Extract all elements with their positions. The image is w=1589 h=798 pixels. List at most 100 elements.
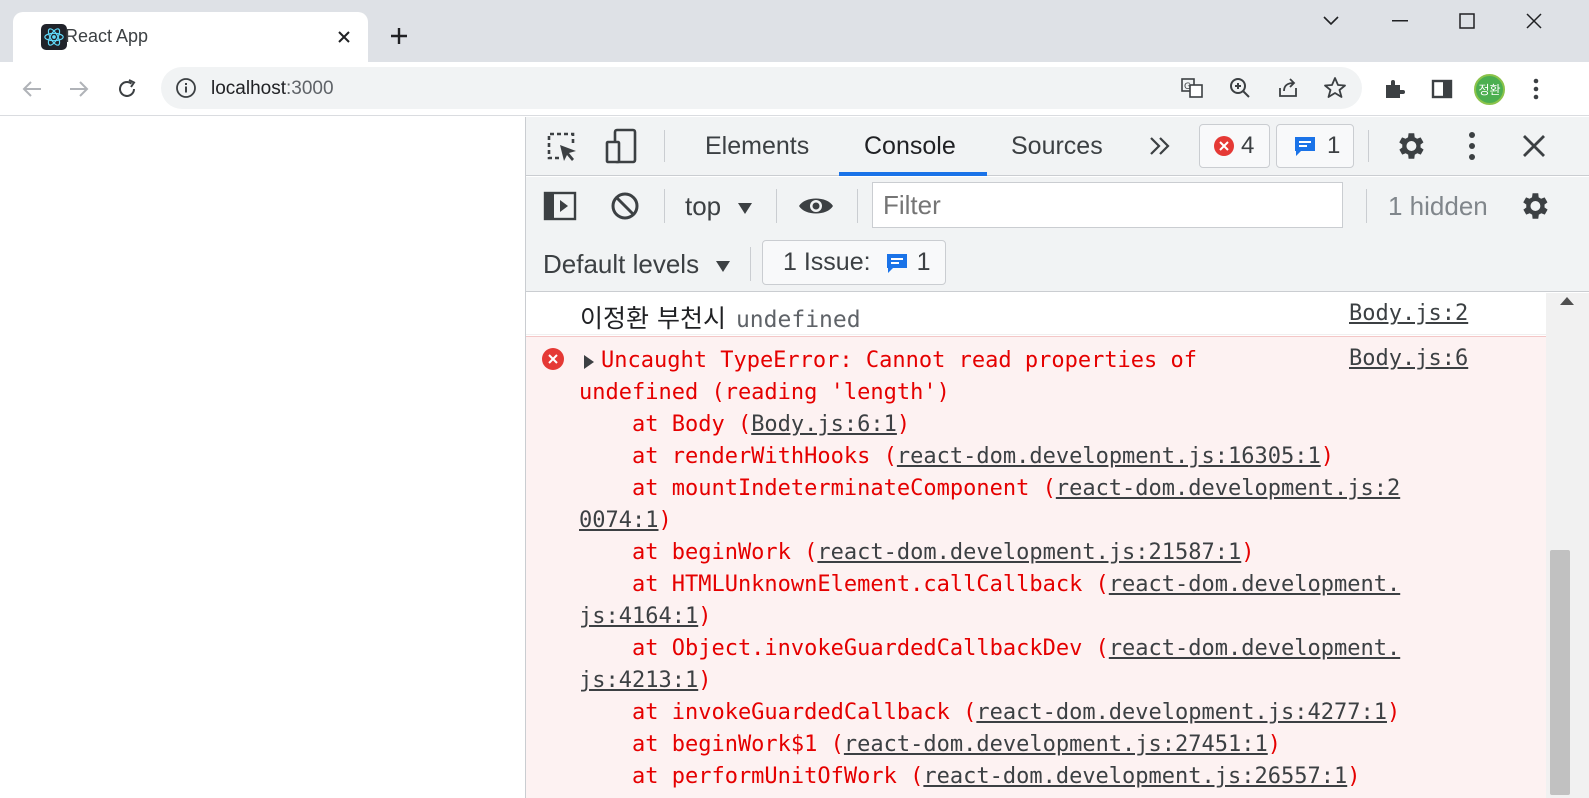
stack-source-link[interactable]: react-dom.development.js:2 (1056, 476, 1400, 501)
site-info-icon[interactable] (175, 77, 197, 99)
tab-console[interactable]: Console (864, 132, 956, 161)
stack-source-link[interactable]: react-dom.development.js:4277:1 (976, 700, 1387, 725)
scroll-up-arrow-icon[interactable] (1560, 297, 1574, 305)
maximize-icon[interactable] (1452, 6, 1482, 36)
tab-strip: React App (0, 0, 1589, 62)
stack-source-link[interactable]: react-dom.development.js:26557:1 (923, 764, 1347, 789)
back-arrow-icon[interactable] (16, 73, 48, 105)
svg-text:G: G (1184, 82, 1191, 92)
minimize-icon[interactable] (1385, 6, 1415, 36)
stack-source-link[interactable]: 0074:1 (579, 508, 658, 533)
toolbar-divider (857, 189, 858, 223)
toolbar-divider (664, 189, 665, 223)
url-text: localhost:3000 (211, 78, 334, 100)
stack-line: at Body (Body.js:6:1) (579, 409, 1489, 441)
console-log-row: 이정환 부천시 undefined Body.js:2 (526, 293, 1546, 335)
context-value: top (685, 191, 722, 221)
browser-menu-icon[interactable] (1523, 76, 1549, 102)
bookmark-star-icon[interactable] (1323, 76, 1347, 100)
log-source-link[interactable]: Body.js:2 (1349, 301, 1468, 326)
console-settings-gear-icon[interactable] (1516, 188, 1552, 224)
side-panel-icon[interactable] (1429, 76, 1455, 102)
stack-source-link[interactable]: react-dom.development.js:16305:1 (897, 444, 1321, 469)
stack-line: at beginWork$1 (react-dom.development.js… (579, 729, 1489, 761)
issue-message-icon (885, 251, 909, 275)
error-source-link[interactable]: Body.js:6 (1349, 346, 1468, 371)
error-stack-trace: Uncaught TypeError: Cannot read properti… (579, 345, 1489, 793)
browser-toolbar: localhost:3000 G 정환 (0, 62, 1589, 116)
error-count: 4 (1241, 132, 1255, 159)
stack-text: at performUnitOfWork ( (579, 764, 924, 789)
close-devtools-icon[interactable] (1518, 130, 1550, 162)
toolbar-divider (1366, 189, 1367, 223)
console-error-row: Uncaught TypeError: Cannot read properti… (526, 336, 1546, 798)
context-selector[interactable]: top (685, 191, 753, 222)
window-close-icon[interactable] (1519, 6, 1549, 36)
sidebar-toggle-icon[interactable] (542, 189, 578, 223)
stack-text: undefined (reading 'length') (579, 380, 950, 405)
log-value: undefined (735, 307, 861, 333)
stack-source-link[interactable]: js:4213:1 (579, 668, 698, 693)
toolbar-divider (750, 247, 751, 281)
error-circle-icon (1214, 136, 1234, 156)
device-toolbar-icon[interactable] (604, 127, 640, 167)
new-tab-icon[interactable] (383, 20, 415, 52)
stack-source-link[interactable]: js:4164:1 (579, 604, 698, 629)
stack-text: at mountIndeterminateComponent ( (579, 476, 1056, 501)
issues-button[interactable]: 1 Issue: 1 (762, 240, 946, 285)
message-count: 1 (1327, 132, 1341, 159)
stack-line: at renderWithHooks (react-dom.developmen… (579, 441, 1489, 473)
stack-close-paren: ) (1320, 444, 1334, 469)
tab-title: React App (65, 26, 149, 46)
clear-console-icon[interactable] (608, 189, 642, 223)
forward-arrow-icon[interactable] (63, 73, 95, 105)
stack-close-paren: ) (1241, 540, 1255, 565)
scroll-thumb[interactable] (1550, 550, 1570, 795)
zoom-icon[interactable] (1228, 76, 1252, 100)
stack-close-paren: ) (698, 668, 712, 693)
stack-text: at Body ( (579, 412, 752, 437)
toolbar-divider (1368, 130, 1369, 162)
log-message: 이정환 부천시 undefined (580, 299, 861, 335)
message-count-badge[interactable]: 1 (1276, 124, 1354, 168)
stack-line: at HTMLUnknownElement.callCallback (reac… (579, 569, 1489, 601)
console-scrollbar[interactable] (1546, 293, 1589, 798)
toolbar-divider (664, 130, 665, 162)
address-bar[interactable]: localhost:3000 G (161, 67, 1362, 109)
stack-source-link[interactable]: react-dom.development.js:27451:1 (844, 732, 1268, 757)
page-viewport (0, 117, 525, 798)
browser-tab[interactable]: React App (13, 12, 368, 62)
hidden-messages-count: 1 hidden (1388, 191, 1488, 221)
more-tabs-chevron-icon[interactable] (1146, 132, 1174, 160)
tab-search-chevron-icon[interactable] (1316, 6, 1346, 36)
error-count-badge[interactable]: 4 (1199, 124, 1270, 168)
stack-line: at invokeGuardedCallback (react-dom.deve… (579, 697, 1489, 729)
stack-text: at renderWithHooks ( (579, 444, 897, 469)
share-icon[interactable] (1276, 76, 1300, 100)
stack-source-link[interactable]: react-dom.development. (1109, 636, 1400, 661)
issues-count: 1 (916, 248, 931, 276)
dropdown-caret-icon (716, 260, 731, 272)
tab-elements[interactable]: Elements (705, 132, 809, 161)
issues-label: 1 Issue: (783, 248, 871, 276)
tab-close-icon[interactable] (331, 24, 357, 50)
stack-source-link[interactable]: react-dom.development. (1109, 572, 1400, 597)
inspect-element-icon[interactable] (544, 129, 580, 165)
stack-text: at invokeGuardedCallback ( (579, 700, 977, 725)
tab-sources[interactable]: Sources (1011, 132, 1103, 161)
devtools-tab-bar: Elements Console Sources 4 1 (526, 117, 1589, 176)
stack-close-paren: ) (896, 412, 911, 437)
settings-gear-icon[interactable] (1392, 128, 1428, 164)
stack-source-link[interactable]: Body.js:6:1 (751, 412, 897, 437)
translate-icon[interactable]: G (1180, 76, 1204, 100)
reload-icon[interactable] (111, 73, 143, 105)
profile-avatar[interactable]: 정환 (1474, 74, 1505, 105)
devtools-menu-icon[interactable] (1460, 128, 1484, 164)
log-levels-dropdown[interactable]: Default levels (543, 249, 731, 280)
live-expression-eye-icon[interactable] (796, 190, 836, 222)
stack-source-link[interactable]: react-dom.development.js:21587:1 (817, 540, 1241, 565)
stack-line: at Object.invokeGuardedCallbackDev (reac… (579, 633, 1489, 665)
stack-close-paren: ) (1267, 732, 1281, 757)
console-filter-input[interactable] (872, 182, 1343, 228)
extensions-puzzle-icon[interactable] (1381, 76, 1407, 102)
